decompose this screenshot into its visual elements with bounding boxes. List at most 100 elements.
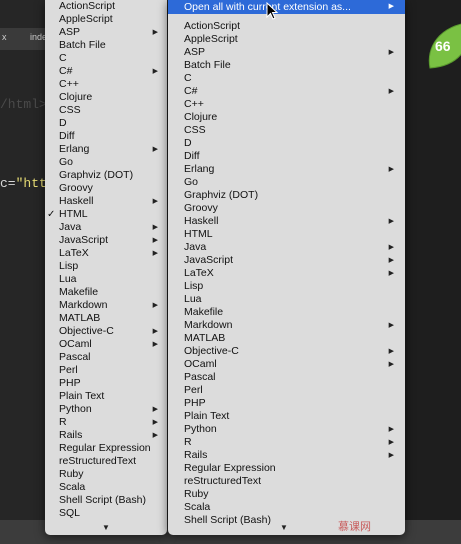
submenu-arrow-icon: ▶	[152, 237, 158, 244]
menu-item-clojure[interactable]: Clojure	[168, 111, 405, 124]
menu-item-erlang[interactable]: Erlang ▶	[168, 163, 405, 176]
submenu-arrow-icon: ▶	[388, 439, 394, 446]
menu-item-html[interactable]: ✓ HTML	[45, 208, 167, 221]
menu-item-markdown[interactable]: Markdown ▶	[45, 299, 167, 312]
menu-item-r[interactable]: R ▶	[45, 416, 167, 429]
menu-item-javascript[interactable]: JavaScript ▶	[168, 254, 405, 267]
menu-item-batch-file[interactable]: Batch File	[45, 39, 167, 52]
menu-item-makefile[interactable]: Makefile	[168, 306, 405, 319]
menu-item-label: LaTeX	[184, 267, 214, 279]
menu-item-label: Regular Expression	[184, 462, 276, 474]
menu-item-css[interactable]: CSS	[168, 124, 405, 137]
menu-item-ruby[interactable]: Ruby	[168, 488, 405, 501]
menu-item-graphviz-dot[interactable]: Graphviz (DOT)	[45, 169, 167, 182]
menu-item-pascal[interactable]: Pascal	[168, 371, 405, 384]
menu-item-pascal[interactable]: Pascal	[45, 351, 167, 364]
menu-item-makefile[interactable]: Makefile	[45, 286, 167, 299]
menu-item-lua[interactable]: Lua	[45, 273, 167, 286]
menu-item-groovy[interactable]: Groovy	[45, 182, 167, 195]
scroll-down-icon[interactable]: ▼	[102, 523, 110, 532]
menu-item-python[interactable]: Python ▶	[168, 423, 405, 436]
menu-item-python[interactable]: Python ▶	[45, 403, 167, 416]
menu-item-rails[interactable]: Rails ▶	[168, 449, 405, 462]
menu-item-c[interactable]: C	[168, 72, 405, 85]
submenu-arrow-icon: ▶	[152, 224, 158, 231]
menu-item-latex[interactable]: LaTeX ▶	[168, 267, 405, 280]
menu-item-haskell[interactable]: Haskell ▶	[168, 215, 405, 228]
menu-item-erlang[interactable]: Erlang ▶	[45, 143, 167, 156]
menu-item-java[interactable]: Java ▶	[168, 241, 405, 254]
menu-item-go[interactable]: Go	[168, 176, 405, 189]
menu-item-label: Markdown	[59, 299, 108, 311]
menu-item-c[interactable]: C++	[45, 78, 167, 91]
menu-item-asp[interactable]: ASP ▶	[168, 46, 405, 59]
menu-item-label: reStructuredText	[184, 475, 262, 487]
menu-item-label: Java	[184, 241, 207, 253]
menu-item-actionscript[interactable]: ActionScript	[45, 0, 167, 13]
menu-item-label: SQL	[59, 507, 81, 519]
menu-item-diff[interactable]: Diff	[168, 150, 405, 163]
menu-item-plain-text[interactable]: Plain Text	[168, 410, 405, 423]
menu-item-ruby[interactable]: Ruby	[45, 468, 167, 481]
menu-item-graphviz-dot[interactable]: Graphviz (DOT)	[168, 189, 405, 202]
menu-item-lua[interactable]: Lua	[168, 293, 405, 306]
menu-item-c[interactable]: C	[45, 52, 167, 65]
menu-item-go[interactable]: Go	[45, 156, 167, 169]
menu-item-java[interactable]: Java ▶	[45, 221, 167, 234]
menu-item-clojure[interactable]: Clojure	[45, 91, 167, 104]
menu-item-shell-script-bash[interactable]: Shell Script (Bash)	[45, 494, 167, 507]
menu-item-markdown[interactable]: Markdown ▶	[168, 319, 405, 332]
menu-item-groovy[interactable]: Groovy	[168, 202, 405, 215]
menu-item-restructuredtext[interactable]: reStructuredText	[45, 455, 167, 468]
menu-item-perl[interactable]: Perl	[45, 364, 167, 377]
menu-item-php[interactable]: PHP	[45, 377, 167, 390]
menu-item-scala[interactable]: Scala	[45, 481, 167, 494]
menu-item-label: Haskell	[59, 195, 94, 207]
menu-item-regular-expression[interactable]: Regular Expression	[168, 462, 405, 475]
submenu-arrow-icon: ▶	[152, 341, 158, 348]
menu-item-sql[interactable]: SQL	[45, 507, 167, 520]
menu-item-php[interactable]: PHP	[168, 397, 405, 410]
menu-item-html[interactable]: HTML	[168, 228, 405, 241]
menu-item-batch-file[interactable]: Batch File	[168, 59, 405, 72]
menu-item-label: Plain Text	[59, 390, 105, 402]
menu-item-diff[interactable]: Diff	[45, 130, 167, 143]
right-dark-strip	[405, 0, 461, 544]
menu-item-asp[interactable]: ASP ▶	[45, 26, 167, 39]
menu-item-label: C	[184, 72, 192, 84]
menu-item-r[interactable]: R ▶	[168, 436, 405, 449]
menu-item-restructuredtext[interactable]: reStructuredText	[168, 475, 405, 488]
menu-item-d[interactable]: D	[168, 137, 405, 150]
menu-item-lisp[interactable]: Lisp	[168, 280, 405, 293]
menu-item-scala[interactable]: Scala	[168, 501, 405, 514]
menu-item-label: Diff	[59, 130, 75, 142]
menu-item-ocaml[interactable]: OCaml ▶	[45, 338, 167, 351]
menu-item-label: C#	[184, 85, 198, 97]
menu-item-css[interactable]: CSS	[45, 104, 167, 117]
menu-item-perl[interactable]: Perl	[168, 384, 405, 397]
menu-item-objective-c[interactable]: Objective-C ▶	[168, 345, 405, 358]
menu-item-applescript[interactable]: AppleScript	[168, 33, 405, 46]
menu-item-label: Perl	[184, 384, 203, 396]
menu-item-rails[interactable]: Rails ▶	[45, 429, 167, 442]
menu-item-matlab[interactable]: MATLAB	[45, 312, 167, 325]
menu-item-c[interactable]: C++	[168, 98, 405, 111]
menu-item-lisp[interactable]: Lisp	[45, 260, 167, 273]
menu-item-matlab[interactable]: MATLAB	[168, 332, 405, 345]
menu-item-latex[interactable]: LaTeX ▶	[45, 247, 167, 260]
menu-item-d[interactable]: D	[45, 117, 167, 130]
menu-item-regular-expression[interactable]: Regular Expression	[45, 442, 167, 455]
editor-tab-close[interactable]: x	[2, 32, 7, 42]
menu-item-c[interactable]: C# ▶	[168, 85, 405, 98]
menu-item-c[interactable]: C# ▶	[45, 65, 167, 78]
menu-item-objective-c[interactable]: Objective-C ▶	[45, 325, 167, 338]
menu-item-plain-text[interactable]: Plain Text	[45, 390, 167, 403]
menu-item-applescript[interactable]: AppleScript	[45, 13, 167, 26]
menu-item-label: MATLAB	[184, 332, 226, 344]
menu-item-javascript[interactable]: JavaScript ▶	[45, 234, 167, 247]
menu-item-open-all-with-extension[interactable]: Open all with current extension as... ▶	[168, 0, 405, 14]
menu-item-haskell[interactable]: Haskell ▶	[45, 195, 167, 208]
menu-item-ocaml[interactable]: OCaml ▶	[168, 358, 405, 371]
menu-item-label: HTML	[59, 208, 88, 220]
menu-item-actionscript[interactable]: ActionScript	[168, 20, 405, 33]
